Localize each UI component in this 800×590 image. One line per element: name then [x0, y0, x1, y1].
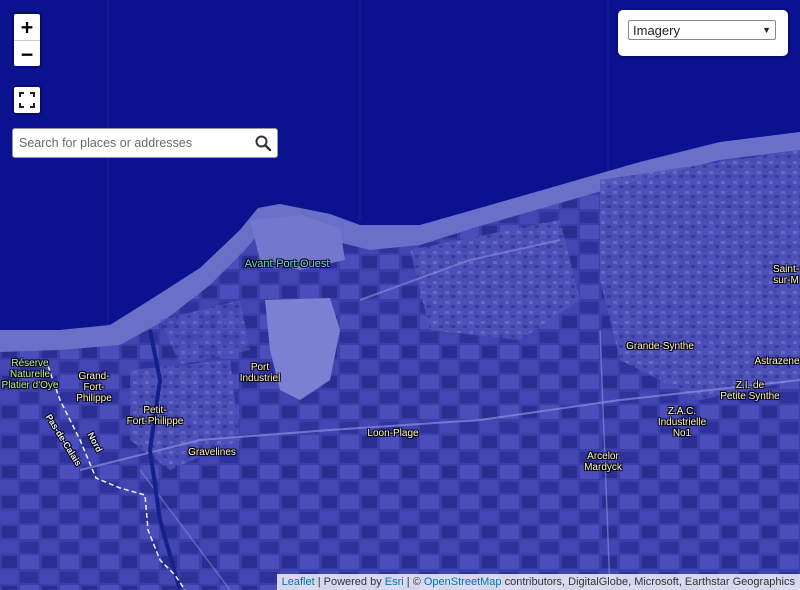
osm-link[interactable]: OpenStreetMap [424, 576, 502, 588]
map-attribution: Leaflet | Powered by Esri | © OpenStreet… [276, 574, 800, 590]
place-label: Port Industriel [239, 362, 281, 384]
zoom-out-button[interactable]: − [14, 40, 40, 66]
zoom-in-button[interactable]: + [14, 14, 40, 40]
place-label: Saint- sur-M [772, 264, 800, 286]
map-canvas[interactable]: Réserve Naturelle Platier d'Oye Grand- F… [0, 0, 800, 590]
dropdown-arrow-icon: ▼ [762, 25, 771, 35]
attribution-text: | © [403, 576, 424, 588]
place-label: Grande-Synthe [626, 341, 694, 352]
basemap-select[interactable]: Imagery ▼ [628, 20, 776, 40]
place-label: Z.I. de Petite Synthe [720, 380, 780, 402]
search-button[interactable] [249, 129, 277, 157]
esri-link[interactable]: Esri [385, 576, 404, 588]
imagery-tiles [0, 0, 800, 590]
place-label: Arcelor Mardyck [584, 451, 622, 473]
place-label: Petit- Fort-Philippe [126, 405, 184, 427]
attribution-text: | Powered by [314, 576, 385, 588]
search-input[interactable] [13, 130, 249, 156]
basemap-selected-value: Imagery [633, 22, 680, 38]
place-label: Loon-Plage [367, 428, 419, 439]
attribution-text: contributors, DigitalGlobe, Microsoft, E… [501, 576, 795, 588]
search-icon [255, 135, 271, 151]
place-label: Gravelines [188, 447, 236, 458]
leaflet-link[interactable]: Leaflet [282, 576, 315, 588]
zoom-control: + − [12, 12, 42, 68]
fullscreen-button[interactable] [12, 85, 42, 115]
geosearch-control [12, 128, 278, 158]
place-label: Z.A.C. Industrielle No1 [657, 406, 707, 439]
place-label: Réserve Naturelle Platier d'Oye [1, 358, 59, 391]
place-label: Astrazene [754, 356, 800, 367]
place-label: Grand- Fort- Philippe [76, 371, 112, 404]
basemap-control: Imagery ▼ [618, 10, 788, 56]
place-label: Avant-Port-Ouest [244, 258, 330, 270]
fullscreen-icon [19, 92, 35, 108]
